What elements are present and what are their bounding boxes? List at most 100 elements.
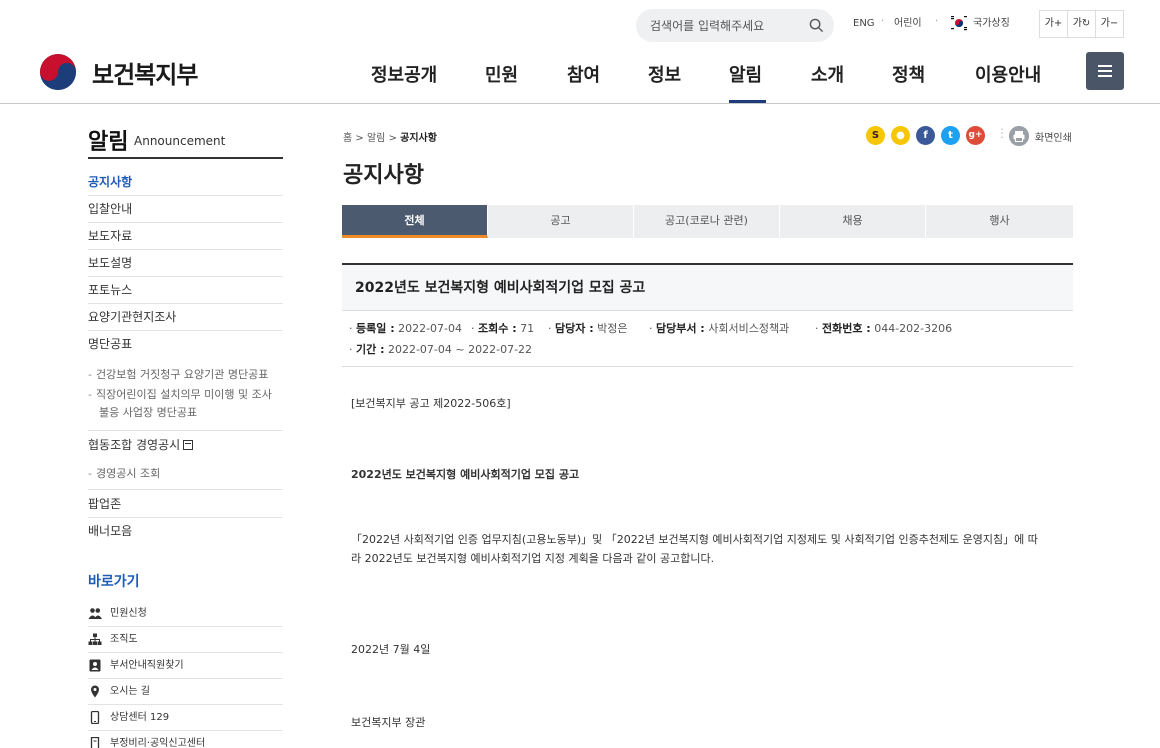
tab-notice-covid[interactable]: 공고(코로나 관련) bbox=[634, 205, 780, 238]
national-symbol-link[interactable]: 국가상징 bbox=[973, 17, 1010, 31]
sidebar-subitem-label: 건강보험 거짓청구 요양기관 명단공표 bbox=[95, 368, 269, 381]
quick-link-label: 민원신청 bbox=[110, 608, 147, 619]
sidebar-item-bid[interactable]: 입찰안내 bbox=[88, 196, 283, 223]
location-pin-icon bbox=[91, 685, 99, 698]
nav-participation[interactable]: 참여 bbox=[567, 61, 600, 87]
quick-link-directions[interactable]: 오시는 길 bbox=[88, 679, 283, 705]
tab-notice[interactable]: 공고 bbox=[488, 205, 634, 238]
sidebar-divider bbox=[88, 157, 283, 159]
kids-link[interactable]: 어린이 bbox=[894, 17, 922, 31]
page: ENG · 어린이 · 국가상징 가+ 가↻ 가− 보건복지부 정보공개 민원 … bbox=[0, 0, 1160, 748]
twitter-icon[interactable]: t bbox=[941, 126, 960, 145]
report-icon bbox=[90, 737, 100, 748]
quick-link-civil[interactable]: 민원신청 bbox=[88, 601, 283, 627]
font-smaller-button[interactable]: 가− bbox=[1095, 10, 1124, 38]
nav-guide[interactable]: 이용안내 bbox=[975, 61, 1041, 87]
meta-dept: · 담당부서 : 사회서비스정책과 bbox=[649, 322, 790, 335]
quick-link-org[interactable]: 조직도 bbox=[88, 627, 283, 653]
tab-recruit[interactable]: 채용 bbox=[780, 205, 926, 238]
search-icon[interactable] bbox=[809, 18, 824, 33]
post-header: 2022년도 보건복지형 예비사회적기업 모집 공고 bbox=[342, 263, 1073, 311]
search-input[interactable] bbox=[650, 9, 800, 42]
meta-value: 044-202-3206 bbox=[874, 322, 953, 335]
meta-divider bbox=[342, 366, 1073, 367]
quick-link-label: 오시는 길 bbox=[110, 686, 150, 697]
googleplus-icon[interactable]: g+ bbox=[966, 126, 985, 145]
ministry-logo-text[interactable]: 보건복지부 bbox=[92, 55, 198, 90]
sidebar-subitem[interactable]: - 건강보험 거짓청구 요양기관 명단공표 bbox=[88, 366, 268, 384]
sidebar-item-popup[interactable]: 팝업존 bbox=[88, 491, 283, 518]
category-tabs: 전체 공고 공고(코로나 관련) 채용 행사 bbox=[342, 205, 1073, 238]
meta-reg-date: · 등록일 : 2022-07-04 bbox=[349, 322, 463, 335]
post-body-paragraph-line2: 라 2022년도 보건복지형 예비사회적기업 지정 계획을 다음과 같이 공고합… bbox=[351, 552, 715, 565]
page-title: 공지사항 bbox=[343, 163, 424, 188]
nav-policy[interactable]: 정책 bbox=[892, 61, 925, 87]
font-reset-button[interactable]: 가↻ bbox=[1067, 10, 1096, 38]
meta-writer: · 담당자 : 박정은 bbox=[548, 322, 628, 335]
breadcrumb-level1[interactable]: 알림 bbox=[367, 133, 385, 144]
quick-link-call-center[interactable]: 상담센터 129 bbox=[88, 705, 283, 731]
eng-link[interactable]: ENG bbox=[853, 17, 875, 31]
meta-label: 전화번호 : bbox=[822, 322, 871, 335]
mobile-phone-icon bbox=[90, 711, 100, 724]
sidebar-title: 알림 bbox=[88, 130, 129, 155]
meta-label: 담당자 : bbox=[555, 322, 594, 335]
sidebar-item-coop[interactable]: 협동조합 경영공시 bbox=[88, 432, 283, 459]
hamburger-icon-line bbox=[1098, 75, 1112, 77]
quick-link-label: 조직도 bbox=[110, 634, 138, 645]
taegeuk-flag-icon bbox=[951, 16, 967, 31]
print-label[interactable]: 화면인쇄 bbox=[1035, 129, 1072, 144]
sidebar-item-press[interactable]: 보도자료 bbox=[88, 223, 283, 250]
breadcrumb-home[interactable]: 홈 bbox=[343, 133, 352, 144]
meta-views: · 조회수 : 71 bbox=[471, 322, 535, 335]
site-header: ENG · 어린이 · 국가상징 가+ 가↻ 가− 보건복지부 정보공개 민원 … bbox=[0, 0, 1160, 104]
quick-links-title: 바로가기 bbox=[88, 574, 140, 590]
font-larger-button[interactable]: 가+ bbox=[1039, 10, 1068, 38]
breadcrumb-sep: > bbox=[355, 133, 364, 144]
kakaotalk-icon[interactable]: ● bbox=[891, 126, 910, 145]
sidebar-subitem[interactable]: - 직장어린이집 설치의무 미이행 및 조사 bbox=[88, 386, 272, 404]
sidebar-item-disclosure-list[interactable]: 명단공표 bbox=[88, 331, 283, 358]
sidebar-item-inspection[interactable]: 요양기관현지조사 bbox=[88, 304, 283, 331]
sidebar-item-photo-news[interactable]: 포토뉴스 bbox=[88, 277, 283, 304]
nav-info-disclosure[interactable]: 정보공개 bbox=[371, 61, 437, 87]
sidebar-subitem-cont[interactable]: 불응 사업장 명단공표 bbox=[99, 404, 197, 422]
ministry-logo-icon[interactable] bbox=[37, 53, 79, 91]
meta-label: 조회수 : bbox=[478, 322, 517, 335]
sidebar-item-notice[interactable]: 공지사항 bbox=[88, 169, 283, 196]
nav-about[interactable]: 소개 bbox=[811, 61, 844, 87]
post-title: 2022년도 보건복지형 예비사회적기업 모집 공고 bbox=[355, 280, 646, 296]
facebook-icon[interactable]: f bbox=[916, 126, 935, 145]
nav-civil-service[interactable]: 민원 bbox=[485, 61, 518, 87]
sidebar-item-banner[interactable]: 배너모음 bbox=[88, 518, 283, 545]
breadcrumb: 홈 > 알림 > 공지사항 bbox=[343, 129, 437, 144]
post-body-paragraph-line1: 「2022년 사회적기업 인증 업무지침(고용노동부)」및 「2022년 보건복… bbox=[351, 533, 1038, 546]
sidebar-item-press-explain[interactable]: 보도설명 bbox=[88, 250, 283, 277]
quick-link-contacts[interactable]: 부서안내직원찾기 bbox=[88, 653, 283, 679]
all-menu-button[interactable] bbox=[1086, 52, 1124, 90]
kakaostory-icon[interactable]: S bbox=[866, 126, 885, 145]
tab-event[interactable]: 행사 bbox=[926, 205, 1073, 238]
util-separator: · bbox=[881, 16, 885, 27]
quick-link-label: 부서안내직원찾기 bbox=[110, 660, 184, 671]
meta-label: 기간 : bbox=[356, 343, 385, 356]
meta-value: 사회서비스정책과 bbox=[708, 322, 790, 335]
hamburger-icon-line bbox=[1098, 70, 1112, 72]
meta-label: 등록일 : bbox=[356, 322, 395, 335]
users-icon bbox=[88, 608, 102, 619]
org-chart-icon bbox=[88, 633, 102, 645]
quick-link-report[interactable]: 부정비리·공익신고센터 bbox=[88, 731, 283, 748]
tab-all[interactable]: 전체 bbox=[342, 205, 488, 238]
print-icon[interactable] bbox=[1009, 126, 1029, 146]
sidebar-subitem-label: 직장어린이집 설치의무 미이행 및 조사 bbox=[95, 388, 272, 401]
search-box bbox=[636, 9, 834, 42]
breadcrumb-sep: > bbox=[388, 133, 397, 144]
meta-period: · 기간 : 2022-07-04 ~ 2022-07-22 bbox=[349, 343, 533, 356]
sidebar-title-en: Announcement bbox=[134, 134, 226, 148]
meta-value: 2022-07-04 bbox=[398, 322, 463, 335]
sidebar-subitem[interactable]: - 경영공시 조회 bbox=[88, 465, 160, 483]
sidebar-item-label: 협동조합 경영공시 bbox=[88, 438, 181, 452]
nav-info[interactable]: 정보 bbox=[648, 61, 681, 87]
meta-value: 2022-07-04 ~ 2022-07-22 bbox=[387, 343, 533, 356]
nav-announcement[interactable]: 알림 bbox=[729, 61, 762, 87]
